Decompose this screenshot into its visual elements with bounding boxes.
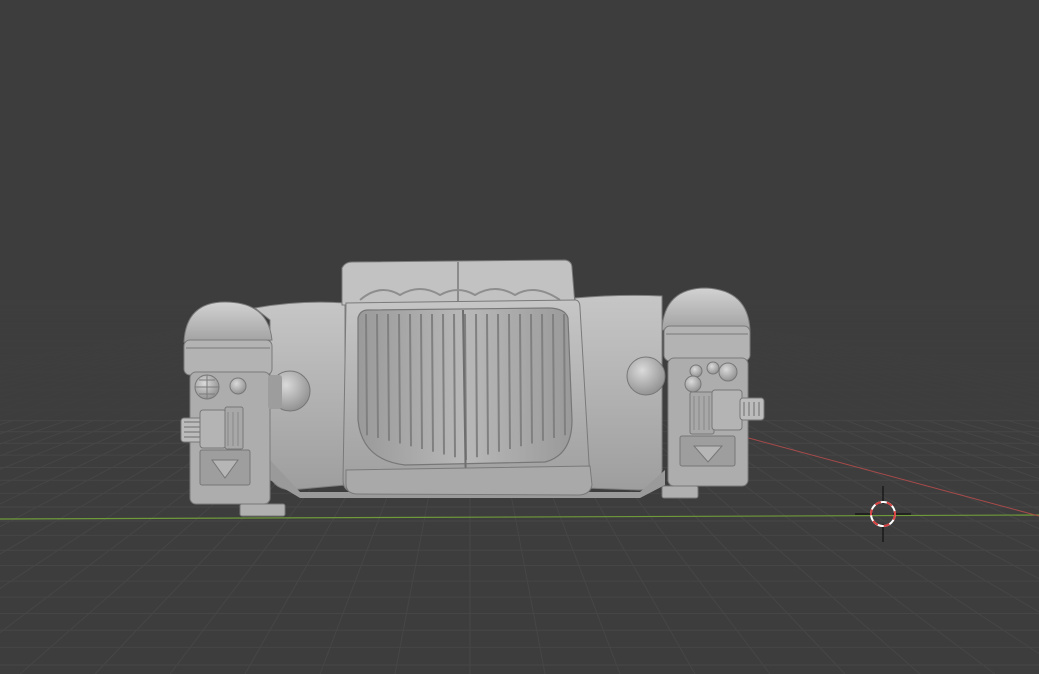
3d-viewport[interactable] <box>0 0 1039 674</box>
viewport-canvas[interactable] <box>0 0 1039 674</box>
grille-slat <box>431 313 434 452</box>
grille-slat <box>541 313 544 441</box>
grille-slat <box>486 313 489 455</box>
grille-slat <box>497 313 500 452</box>
right-turret-side-ball <box>626 356 666 396</box>
left-turret-ring <box>183 339 273 376</box>
grille-slat <box>453 313 456 458</box>
right-turret-ring <box>663 325 751 362</box>
grille-slat <box>508 313 511 450</box>
grille-slat <box>409 313 412 447</box>
grille-slat <box>420 313 423 450</box>
grille-slat <box>530 313 533 444</box>
grille-slat <box>398 313 401 444</box>
grille-slat <box>552 313 555 439</box>
grille-slat <box>376 313 379 439</box>
grille-slat <box>387 313 390 441</box>
grille-slat <box>563 313 566 436</box>
grille-slat <box>519 313 522 447</box>
grille-slat <box>365 313 368 436</box>
grille-slat <box>475 313 478 458</box>
front-bumper <box>345 465 593 496</box>
grille-slat <box>442 313 445 455</box>
